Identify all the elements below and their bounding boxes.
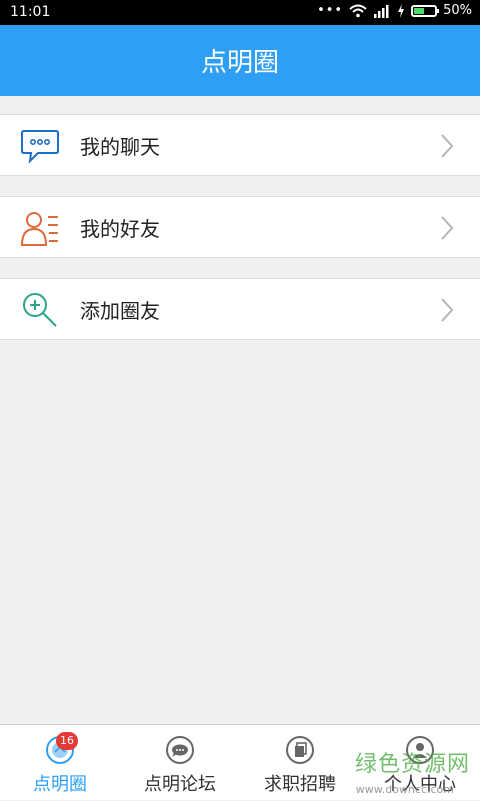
chevron-right-icon — [441, 298, 454, 322]
signal-icon — [374, 4, 389, 18]
tab-forum[interactable]: 点明论坛 — [120, 725, 240, 801]
chevron-right-icon — [441, 216, 454, 240]
status-icons: ••• 50% — [317, 3, 472, 18]
status-bar: 11:01 ••• 50% — [0, 0, 480, 25]
jobs-icon — [286, 736, 314, 764]
menu-item-chat[interactable]: 我的聊天 — [0, 114, 480, 176]
title-bar: 点明圈 — [0, 25, 480, 96]
more-dots-icon: ••• — [317, 3, 344, 18]
menu-item-add-friend[interactable]: 添加圈友 — [0, 278, 480, 340]
notification-badge: 16 — [56, 732, 78, 750]
menu-item-label: 添加圈友 — [80, 298, 160, 323]
battery-text: 50% — [443, 3, 472, 18]
menu-item-label: 我的聊天 — [80, 134, 160, 159]
forum-icon — [166, 736, 194, 764]
battery-icon — [411, 4, 440, 17]
status-time: 11:01 — [10, 4, 51, 20]
tab-dianming-circle[interactable]: 16 点明圈 — [0, 725, 120, 801]
charging-icon — [398, 3, 405, 18]
friends-icon — [20, 212, 58, 246]
tab-label: 求职招聘 — [264, 774, 336, 795]
chevron-right-icon — [441, 134, 454, 158]
page-title: 点明圈 — [200, 48, 279, 78]
bottom-nav: 16 点明圈 点明论坛 求职招聘 个人中心 绿色资源网 www.downcc.c… — [0, 724, 480, 800]
wifi-icon — [349, 4, 367, 17]
tab-label: 点明论坛 — [144, 774, 216, 795]
menu-item-friends[interactable]: 我的好友 — [0, 196, 480, 258]
search-add-icon — [23, 293, 57, 327]
tab-label: 点明圈 — [33, 774, 87, 795]
tab-jobs[interactable]: 求职招聘 — [240, 725, 360, 801]
watermark-url: www.downcc.com — [355, 783, 454, 796]
menu-item-label: 我的好友 — [80, 216, 160, 241]
chat-bubble-icon — [21, 130, 59, 164]
watermark: 绿色资源网 — [354, 752, 470, 777]
